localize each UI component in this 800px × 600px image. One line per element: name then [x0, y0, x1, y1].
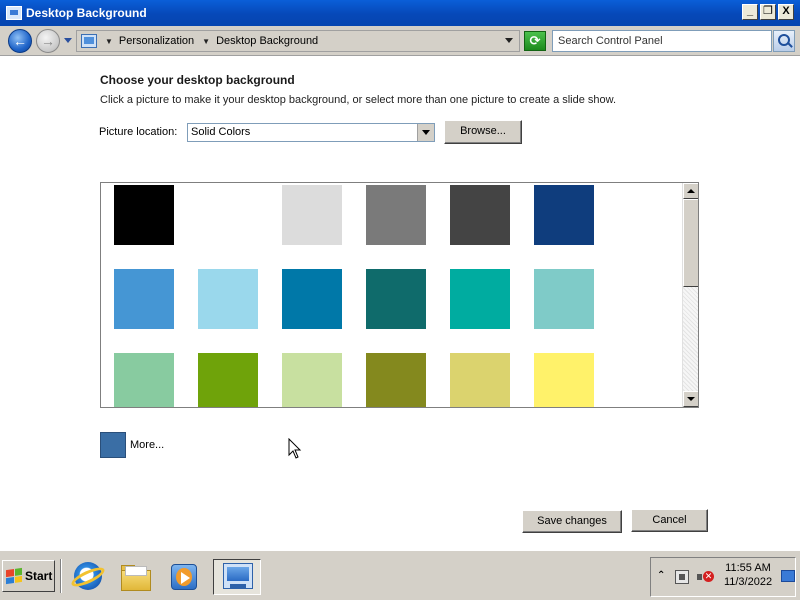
color-swatch[interactable] [198, 185, 258, 245]
scrollbar-thumb[interactable] [683, 199, 698, 287]
chevron-down-icon[interactable] [417, 124, 434, 141]
windows-logo-icon [6, 567, 22, 585]
forward-arrow-icon: → [41, 33, 55, 49]
color-swatch[interactable] [282, 353, 342, 407]
picture-location-label: Picture location: [99, 126, 178, 138]
window-icon [6, 6, 22, 20]
more-colors-link[interactable]: More... [130, 439, 164, 451]
start-button[interactable]: Start [2, 560, 55, 592]
close-button[interactable]: X [778, 4, 794, 20]
network-icon[interactable] [675, 570, 689, 584]
breadcrumb-personalization[interactable]: Personalization [119, 35, 194, 47]
forward-button[interactable]: → [36, 29, 60, 53]
clock-date: 11/3/2022 [723, 576, 773, 588]
color-swatch[interactable] [366, 185, 426, 245]
file-explorer-icon[interactable] [120, 561, 152, 593]
picture-location-value: Solid Colors [191, 126, 251, 138]
address-dropdown-icon[interactable] [505, 38, 513, 43]
color-swatch[interactable] [534, 269, 594, 329]
color-swatch[interactable] [282, 269, 342, 329]
color-swatch[interactable] [282, 185, 342, 245]
color-swatch[interactable] [366, 353, 426, 407]
color-swatch[interactable] [198, 269, 258, 329]
breadcrumb-chevron-icon[interactable]: ▼ [105, 37, 113, 46]
internet-explorer-icon[interactable] [69, 561, 107, 593]
color-swatch[interactable] [450, 353, 510, 407]
address-field[interactable]: ▼ Personalization ▼ Desktop Background [76, 30, 520, 52]
main-content: Choose your desktop background Click a p… [0, 57, 800, 549]
picture-list [100, 182, 699, 408]
color-swatch[interactable] [450, 269, 510, 329]
back-arrow-icon: ← [13, 33, 27, 49]
vertical-scrollbar[interactable] [682, 183, 698, 407]
refresh-button[interactable]: ⟳ [524, 31, 546, 51]
scroll-up-button[interactable] [683, 183, 698, 199]
control-panel-icon [81, 34, 97, 48]
minimize-button[interactable]: _ [742, 4, 758, 20]
back-button[interactable]: ← [8, 29, 32, 53]
color-swatch[interactable] [534, 353, 594, 407]
picture-location-select[interactable]: Solid Colors [187, 123, 435, 142]
taskbar: Start ⌃ 11:55 AM 11/3/2022 [0, 549, 800, 600]
scroll-down-button[interactable] [683, 391, 698, 407]
system-tray: ⌃ 11:55 AM 11/3/2022 [650, 557, 796, 597]
window-title: Desktop Background [26, 6, 147, 20]
more-colors-swatch[interactable] [100, 432, 126, 458]
control-panel-icon [223, 563, 253, 589]
save-changes-button[interactable]: Save changes [522, 510, 622, 533]
browse-button[interactable]: Browse... [444, 120, 522, 144]
show-desktop-icon[interactable] [781, 570, 795, 582]
color-swatch[interactable] [114, 185, 174, 245]
taskbar-control-panel-button[interactable] [213, 559, 261, 595]
color-swatch[interactable] [198, 353, 258, 407]
search-input[interactable]: Search Control Panel [552, 30, 772, 52]
window-controls: _ ❐ X [742, 4, 794, 20]
color-swatch[interactable] [366, 269, 426, 329]
mouse-cursor-icon [288, 438, 302, 459]
restore-button[interactable]: ❐ [760, 4, 776, 20]
taskbar-separator [60, 559, 62, 593]
refresh-icon: ⟳ [529, 33, 541, 48]
start-label: Start [25, 569, 53, 583]
address-bar: ← → ▼ Personalization ▼ Desktop Backgrou… [0, 26, 800, 56]
title-bar: Desktop Background _ ❐ X [0, 0, 800, 26]
breadcrumb-chevron-icon[interactable]: ▼ [202, 37, 210, 46]
media-player-icon[interactable] [168, 561, 200, 593]
clock-time: 11:55 AM [725, 562, 771, 574]
color-swatch[interactable] [534, 185, 594, 245]
cancel-button[interactable]: Cancel [631, 509, 708, 532]
color-swatch[interactable] [114, 353, 174, 407]
volume-muted-icon[interactable] [697, 570, 714, 584]
page-title: Choose your desktop background [100, 73, 295, 87]
clock[interactable]: 11:55 AM 11/3/2022 [717, 561, 779, 589]
color-swatch[interactable] [450, 185, 510, 245]
breadcrumb-desktop-background[interactable]: Desktop Background [216, 35, 318, 47]
color-swatch[interactable] [114, 269, 174, 329]
show-hidden-icons-icon[interactable]: ⌃ [657, 570, 665, 581]
search-icon[interactable] [773, 30, 795, 52]
recent-pages-dropdown[interactable] [64, 38, 72, 43]
page-description: Click a picture to make it your desktop … [100, 94, 617, 106]
